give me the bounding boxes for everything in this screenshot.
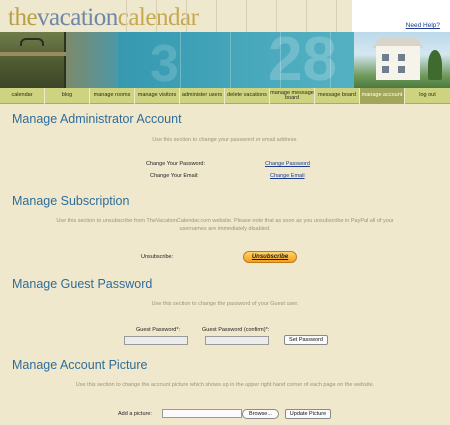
- picture-file-input[interactable]: [162, 409, 242, 418]
- main-nav: calendar blog manage rooms manage visito…: [0, 88, 450, 104]
- nav-item-administer-users[interactable]: administer users: [180, 88, 225, 104]
- change-password-link[interactable]: Change Password: [265, 161, 310, 167]
- change-email-label: Change Your Email:: [150, 173, 199, 179]
- guest-password-input[interactable]: [124, 336, 188, 345]
- suitcase-image: [0, 32, 66, 88]
- guest-password-confirm-label: Guest Password (confirm)*:: [202, 327, 270, 333]
- unsubscribe-label: Unsubscribe:: [141, 254, 174, 260]
- add-picture-label: Add a picture:: [118, 411, 152, 417]
- subscription-section-title: Manage Subscription: [12, 194, 130, 208]
- guest-password-confirm-input[interactable]: [205, 336, 269, 345]
- picture-section-desc: Use this section to change the account p…: [75, 382, 375, 388]
- logo-part-vacation: vacation: [37, 4, 118, 31]
- update-picture-button[interactable]: Update Picture: [285, 409, 331, 419]
- unsubscribe-button[interactable]: Unsubscribe: [243, 251, 297, 263]
- picture-section-title: Manage Account Picture: [12, 358, 148, 372]
- guest-password-label: Guest Password*:: [136, 327, 181, 333]
- set-password-button[interactable]: Set Password: [284, 335, 328, 345]
- account-picture-house: [354, 32, 450, 88]
- browse-button[interactable]: Browse...: [242, 409, 279, 419]
- nav-item-manage-message-board[interactable]: manage message board: [270, 88, 315, 104]
- banner-number-28: 28: [268, 32, 337, 88]
- nav-item-log-out[interactable]: log out: [405, 88, 450, 104]
- nav-item-manage-account[interactable]: manage account: [360, 88, 405, 104]
- guest-section-title: Manage Guest Password: [12, 277, 153, 291]
- nav-item-manage-rooms[interactable]: manage rooms: [90, 88, 135, 104]
- banner-photo-blend: [66, 32, 118, 88]
- change-email-link[interactable]: Change Email: [270, 173, 305, 179]
- need-help-link[interactable]: Need Help?: [406, 22, 440, 29]
- logo-part-the: the: [8, 4, 38, 31]
- change-password-label: Change Your Password:: [146, 161, 206, 167]
- admin-section-title: Manage Administrator Account: [12, 112, 182, 126]
- nav-item-manage-visitors[interactable]: manage visitors: [135, 88, 180, 104]
- nav-item-blog[interactable]: blog: [45, 88, 90, 104]
- admin-section-desc: Use this section to change your password…: [152, 137, 298, 143]
- calendar-grid-decoration: [116, 0, 352, 32]
- nav-item-calendar[interactable]: calendar: [0, 88, 45, 104]
- account-picture-area: Need Help?: [352, 0, 450, 32]
- guest-section-desc: Use this section to change the password …: [151, 301, 299, 307]
- subscription-section-desc: Use this section to unsubscribe from The…: [56, 218, 394, 232]
- banner-number-3: 3: [150, 35, 179, 88]
- nav-item-message-board[interactable]: message board: [315, 88, 360, 104]
- nav-item-delete-vacations[interactable]: delete vacations: [225, 88, 270, 104]
